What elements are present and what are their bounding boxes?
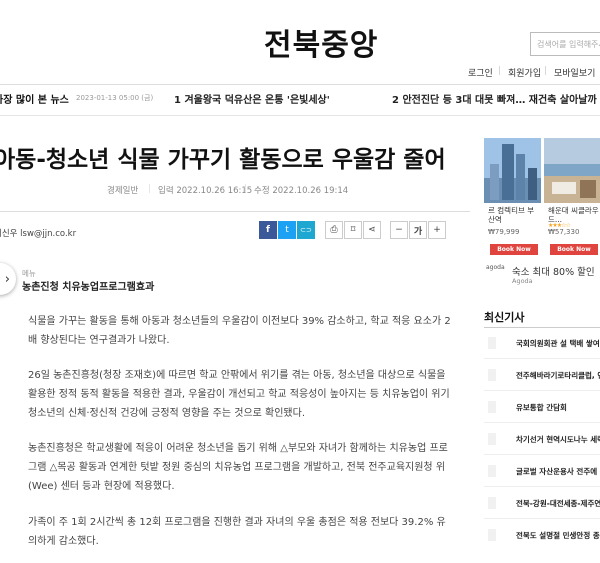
minus-icon: − bbox=[395, 225, 403, 235]
list-item[interactable]: 유보통합 간담회 bbox=[484, 392, 600, 423]
meta-separator: | bbox=[244, 184, 247, 194]
divider bbox=[0, 211, 470, 212]
list-bullet bbox=[488, 369, 496, 381]
list-bullet bbox=[488, 337, 496, 349]
article-title: 아동-청소년 식물 가꾸기 활동으로 우울감 줄어 bbox=[0, 147, 446, 173]
copy-link-button[interactable]: ⊂⊃ bbox=[297, 221, 315, 239]
facebook-icon: f bbox=[266, 225, 270, 235]
list-item[interactable]: 글로벌 자산운용사 전주에 둥 bbox=[484, 456, 600, 487]
meta-separator: | bbox=[148, 184, 151, 194]
hotel-card[interactable]: 르 컴렉티브 부산역 ₩79,999 Book Now bbox=[484, 138, 541, 260]
divider bbox=[0, 115, 600, 116]
font-decrease-button[interactable]: − bbox=[390, 221, 408, 239]
list-bullet bbox=[488, 433, 496, 445]
ticker-date: 2023-01-13 05:00 (금) bbox=[76, 94, 154, 102]
hotel-image bbox=[484, 138, 541, 203]
link-icon: ⊂⊃ bbox=[300, 226, 312, 234]
side-menu-toggle[interactable]: › bbox=[0, 263, 16, 295]
article-paragraph: 가족이 주 1회 2시간씩 총 12회 프로그램을 진행한 결과 자녀의 우울 … bbox=[28, 517, 446, 547]
list-bullet bbox=[488, 465, 496, 477]
book-now-button[interactable]: Book Now bbox=[490, 244, 538, 255]
list-item[interactable]: 국회의원회관 설 택배 쌓여 bbox=[484, 328, 600, 359]
list-bullet bbox=[488, 401, 496, 413]
share-button[interactable]: ⋖ bbox=[363, 221, 381, 239]
article-paragraph: 26일 농촌진흥청(청장 조재호)에 따르면 학교 안팎에서 위기를 겪는 아동… bbox=[28, 370, 450, 419]
plus-icon: + bbox=[433, 225, 441, 235]
article-paragraph: 식물을 가꾸는 활동을 통해 아동과 청소년들의 우울감이 이전보다 39% 감… bbox=[28, 316, 451, 346]
site-header: 전북중앙 검색어를 입력해주세요 bbox=[0, 0, 600, 63]
bookmark-button[interactable]: ⌑ bbox=[344, 221, 362, 239]
article-category[interactable]: 경제일반 bbox=[107, 184, 138, 196]
popular-news-ticker: 가장 많이 본 뉴스 2023-01-13 05:00 (금) 1 겨울왕국 덕… bbox=[0, 91, 600, 107]
signup-link[interactable]: 회원가입 bbox=[508, 66, 541, 79]
list-item[interactable]: 전북-강원-대전세종-제주연 bbox=[484, 488, 600, 519]
hotel-image bbox=[544, 138, 600, 203]
font-increase-button[interactable]: + bbox=[428, 221, 446, 239]
nav-separator: | bbox=[498, 66, 502, 76]
twitter-icon: t bbox=[285, 225, 289, 235]
chevron-right-icon: › bbox=[4, 271, 10, 287]
hotel-ad-banner[interactable]: 르 컴렉티브 부산역 ₩79,999 Book Now 해운대 씨클라우드...… bbox=[484, 138, 600, 288]
list-item[interactable]: 전주해바라기로타리클럽, 연 bbox=[484, 360, 600, 391]
hotel-price: ₩79,999 bbox=[488, 228, 520, 236]
article-paragraph: 농촌진흥청은 학교생활에 적응이 어려운 청소년을 돕기 위해 △부모와 자녀가… bbox=[28, 443, 448, 492]
list-item[interactable]: 차기선거 현역시도나누 세력 bbox=[484, 424, 600, 455]
hotel-name: 르 컴렉티브 부산역 bbox=[488, 206, 535, 224]
list-item-title: 글로벌 자산운용사 전주에 둥 bbox=[516, 467, 600, 476]
hotel-card[interactable]: 해운대 씨클라우드... ★★★☆☆ ₩57,330 Book Now bbox=[544, 138, 600, 260]
list-item-title: 유보통합 간담회 bbox=[516, 403, 567, 412]
font-size-label: 가 bbox=[413, 226, 423, 237]
site-logo[interactable]: 전북중앙 bbox=[264, 20, 378, 64]
ad-promo-sub: Agoda bbox=[512, 277, 533, 285]
list-bullet bbox=[488, 497, 496, 509]
print-icon: ⎙ bbox=[330, 225, 338, 235]
byline: 이신우 lsw@jjn.co.kr bbox=[0, 229, 77, 239]
mobile-link[interactable]: 모바일보기 bbox=[554, 66, 595, 79]
nav-separator: | bbox=[544, 66, 548, 76]
hotel-price: ₩57,330 bbox=[548, 228, 580, 236]
font-size-button[interactable]: 가 bbox=[409, 221, 427, 239]
agoda-logo: agoda bbox=[486, 264, 505, 271]
list-bullet bbox=[488, 529, 496, 541]
latest-news-title: 최신기사 bbox=[484, 311, 525, 324]
login-link[interactable]: 로그인 bbox=[468, 66, 493, 79]
ad-promo-text[interactable]: 숙소 최대 80% 할인 bbox=[512, 264, 595, 278]
facebook-share-button[interactable]: f bbox=[259, 221, 277, 239]
list-item-title: 차기선거 현역시도나누 세력 bbox=[516, 435, 600, 444]
list-item-title: 전북도 설명절 민생안정 종합 bbox=[516, 531, 600, 540]
list-item-title: 국회의원회관 설 택배 쌓여 bbox=[516, 339, 600, 348]
print-button[interactable]: ⎙ bbox=[325, 221, 343, 239]
bookmark-icon: ⌑ bbox=[350, 225, 356, 235]
ticker-label: 가장 많이 본 뉴스 bbox=[0, 95, 69, 106]
ticker-headline-1[interactable]: 1 겨울왕국 덕유산은 온통 '은빛세상' bbox=[174, 91, 330, 106]
top-nav: 로그인 | 회원가입 | 모바일보기 bbox=[0, 66, 600, 80]
modified-date: 수정 2022.10.26 19:14 bbox=[254, 186, 349, 196]
list-item[interactable]: 전북도 설명절 민생안정 종합 bbox=[484, 520, 600, 551]
article-subheading: 농촌진청 치유농업프로그램효과 bbox=[22, 282, 155, 293]
book-now-button[interactable]: Book Now bbox=[550, 244, 598, 255]
search-input[interactable]: 검색어를 입력해주세요 bbox=[530, 32, 600, 56]
twitter-share-button[interactable]: t bbox=[278, 221, 296, 239]
ticker-headline-2[interactable]: 2 안전진단 등 3대 대못 빠져… 재건축 살아날까 bbox=[392, 91, 597, 106]
published-date: 입력 2022.10.26 16:15 bbox=[158, 186, 253, 196]
divider bbox=[0, 84, 600, 85]
list-item-title: 전주해바라기로타리클럽, 연 bbox=[516, 371, 600, 380]
list-item-title: 전북-강원-대전세종-제주연 bbox=[516, 499, 600, 508]
share-icon: ⋖ bbox=[368, 225, 376, 235]
